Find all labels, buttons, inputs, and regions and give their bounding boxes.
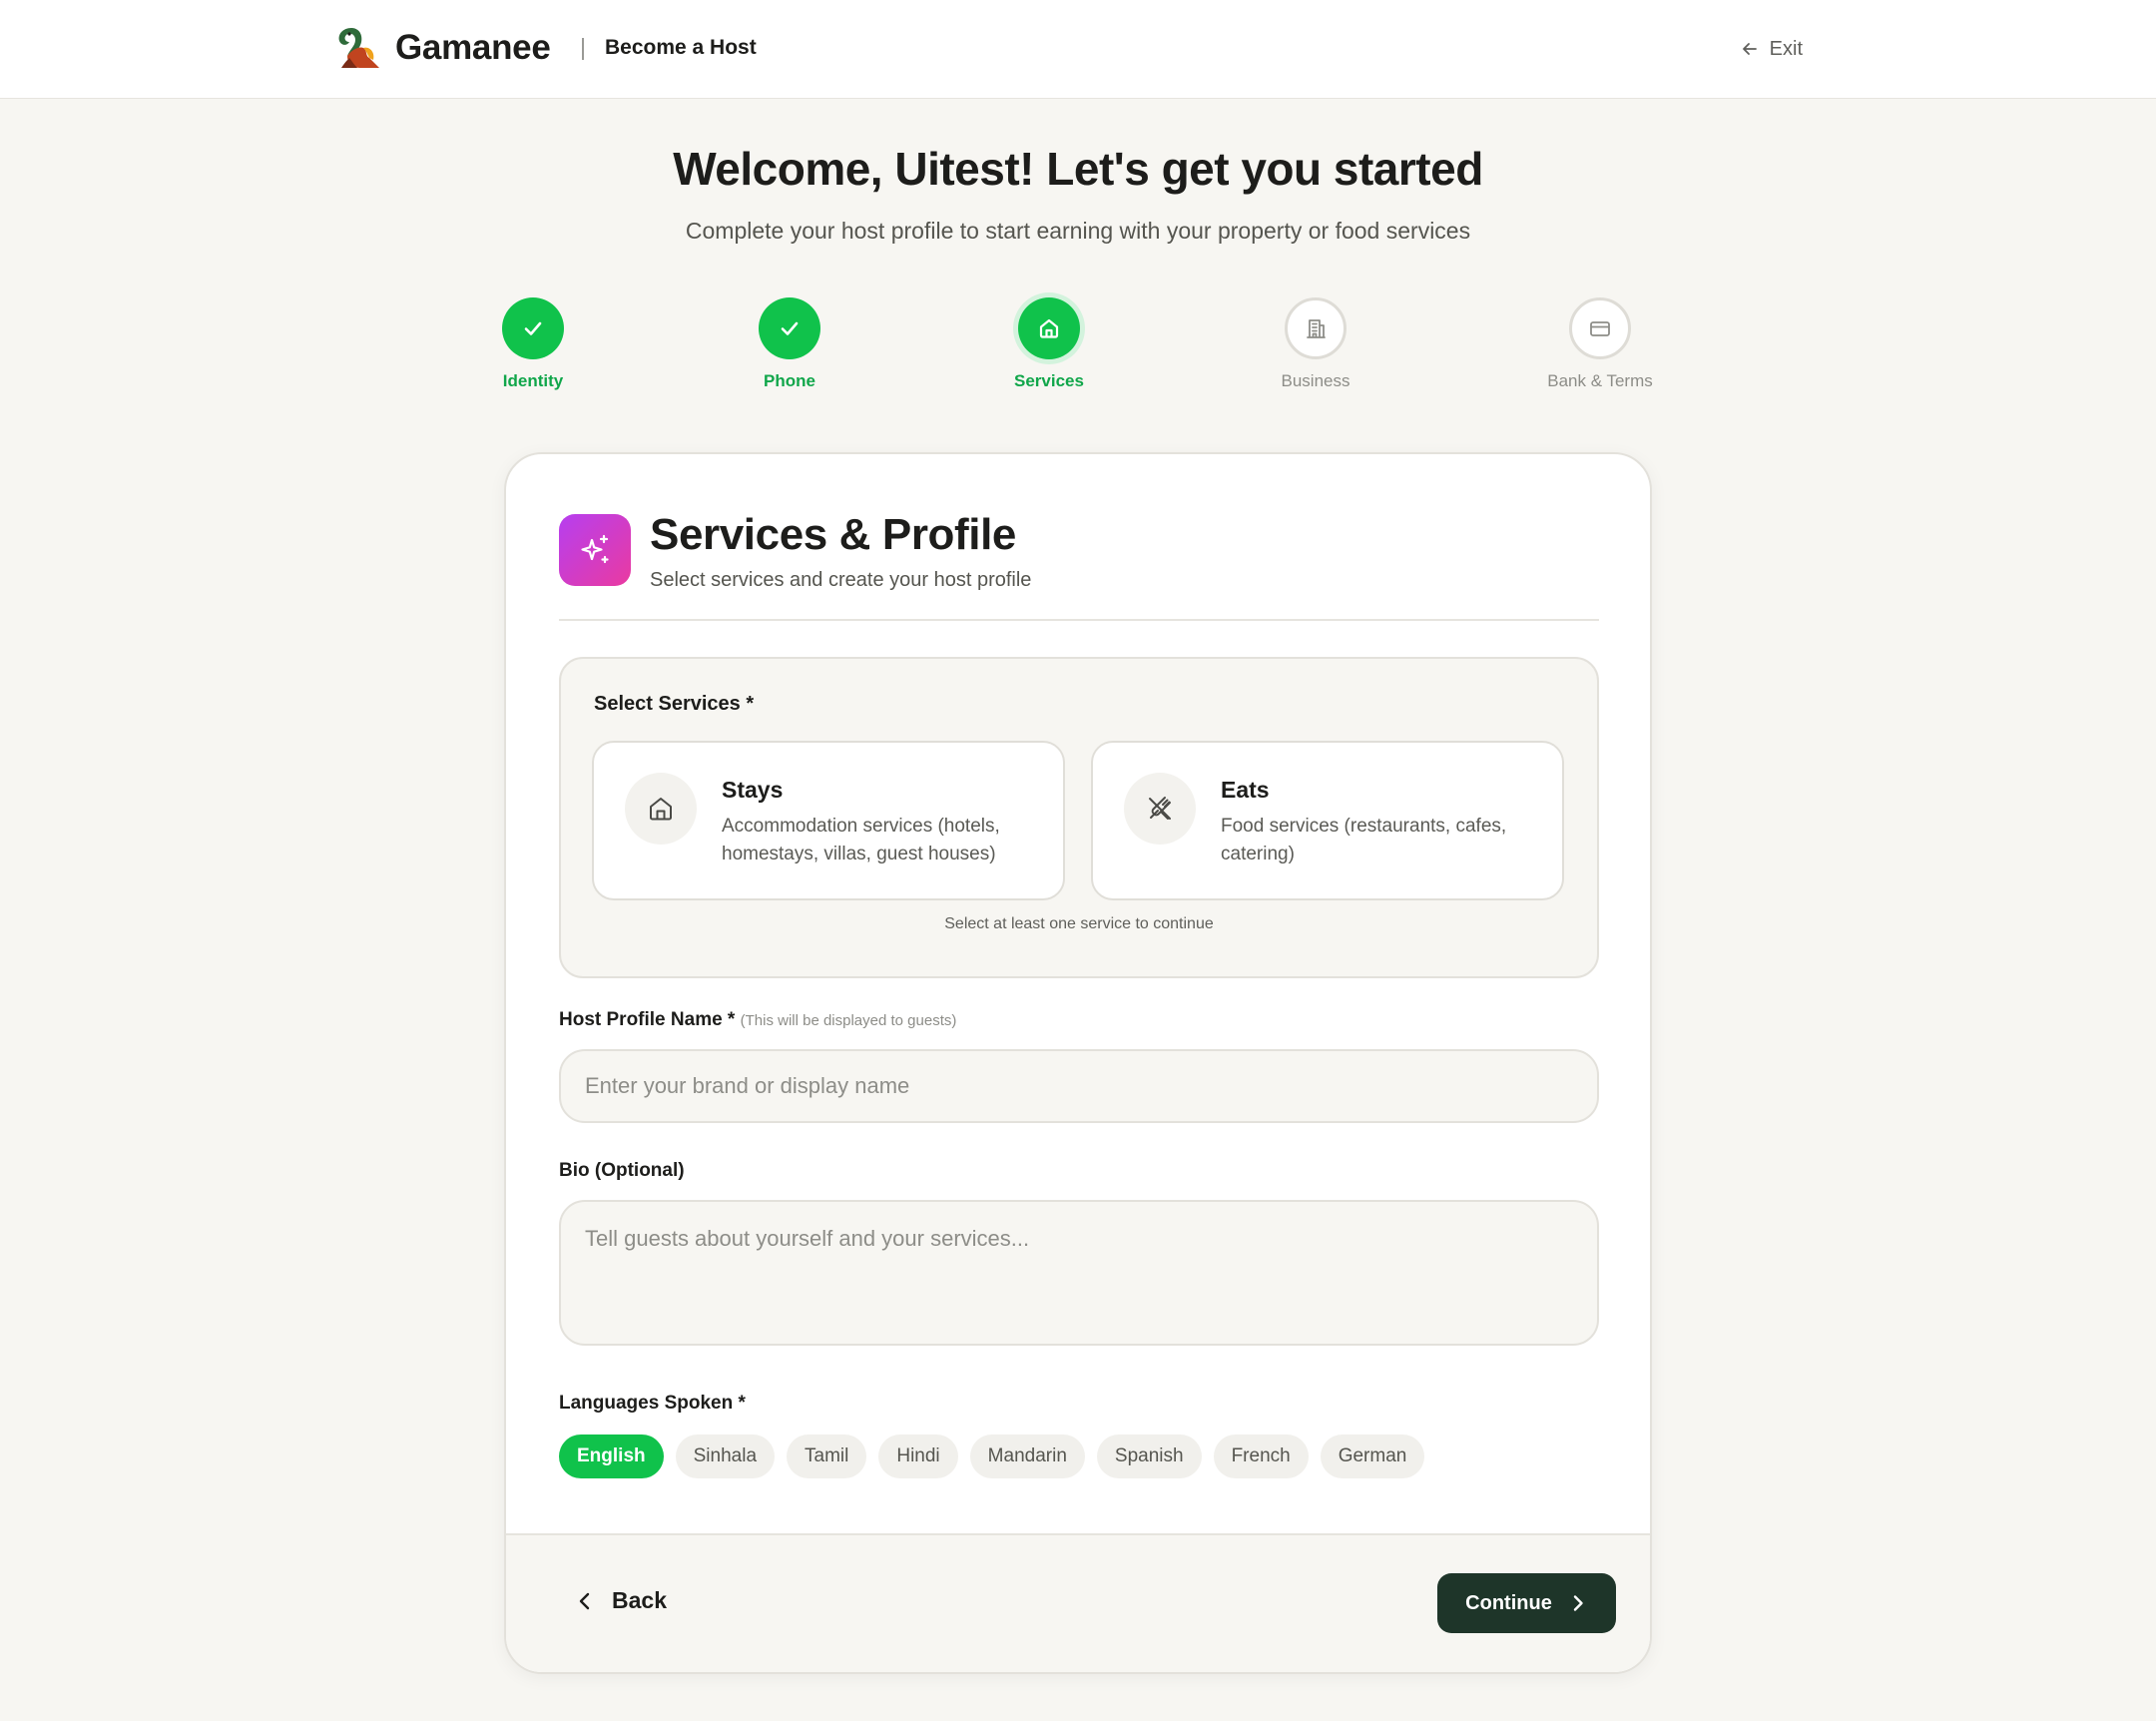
service-name: Stays xyxy=(722,777,784,803)
step-circle xyxy=(759,297,820,359)
check-icon xyxy=(781,321,799,335)
step-label: Phone xyxy=(764,371,815,390)
home-icon xyxy=(1039,318,1059,338)
exit-button[interactable]: Exit xyxy=(1740,30,1803,68)
chevron-right-icon xyxy=(1573,1595,1583,1611)
host-profile-name-label: Host Profile Name * (This will be displa… xyxy=(559,1009,956,1031)
chevron-left-icon xyxy=(579,1592,590,1609)
building-icon xyxy=(1307,319,1326,338)
language-chip-sinhala[interactable]: Sinhala xyxy=(675,1434,776,1478)
brand-name: Gamanee xyxy=(395,28,551,67)
service-icon-wrapper xyxy=(1124,773,1196,845)
step-circle xyxy=(502,297,564,359)
step-circle xyxy=(1018,297,1080,359)
language-chip-group: English Sinhala Tamil Hindi Mandarin Spa… xyxy=(559,1434,1425,1478)
services-hint-text: Select at least one service to continue xyxy=(944,915,1214,932)
select-services-label: Select Services * xyxy=(594,693,755,715)
step-services: Services xyxy=(949,297,1149,391)
step-label: Bank & Terms xyxy=(1547,371,1653,390)
language-chip-spanish[interactable]: Spanish xyxy=(1096,1434,1202,1478)
step-identity: Identity xyxy=(433,297,633,391)
home-icon xyxy=(650,798,672,821)
continue-button[interactable]: Continue xyxy=(1437,1573,1616,1633)
bio-label: Bio (Optional) xyxy=(559,1160,685,1181)
services-profile-card: Services & Profile Select services and c… xyxy=(504,452,1652,1674)
step-label: Identity xyxy=(502,371,564,390)
section-divider xyxy=(559,619,1599,621)
exit-label: Exit xyxy=(1769,37,1803,60)
back-button-label: Back xyxy=(612,1587,667,1613)
service-option-eats[interactable]: Eats Food services (restaurants, cafes, … xyxy=(1091,741,1564,900)
page-context-label: Become a Host xyxy=(605,36,757,59)
continue-button-label: Continue xyxy=(1465,1591,1552,1614)
service-description: Accommodation services (hotels, homestay… xyxy=(722,816,1000,864)
step-circle xyxy=(1569,297,1631,359)
arrow-left-icon xyxy=(1742,43,1757,55)
language-chip-tamil[interactable]: Tamil xyxy=(787,1434,867,1478)
page-subtitle: Complete your host profile to start earn… xyxy=(685,218,1471,244)
service-option-stays[interactable]: Stays Accommodation services (hotels, ho… xyxy=(592,741,1065,900)
check-icon xyxy=(524,321,542,335)
card-footer: Back Continue xyxy=(506,1533,1650,1672)
step-bank-terms: Bank & Terms xyxy=(1500,297,1700,391)
host-profile-name-note: (This will be displayed to guests) xyxy=(740,1012,957,1029)
section-subtitle: Select services and create your host pro… xyxy=(650,569,1032,591)
language-chip-french[interactable]: French xyxy=(1213,1434,1309,1478)
language-chip-mandarin[interactable]: Mandarin xyxy=(969,1434,1085,1478)
back-button[interactable]: Back xyxy=(574,1587,667,1614)
sparkles-icon xyxy=(581,534,609,564)
section-title: Services & Profile xyxy=(650,510,1016,559)
language-chip-hindi[interactable]: Hindi xyxy=(878,1434,958,1478)
languages-label: Languages Spoken * xyxy=(559,1393,746,1414)
page-title: Welcome, Uitest! Let's get you started xyxy=(673,143,1483,195)
step-label: Services xyxy=(1014,371,1084,390)
service-description: Food services (restaurants, cafes, cater… xyxy=(1221,816,1507,864)
step-phone: Phone xyxy=(690,297,889,391)
section-icon-badge xyxy=(559,514,631,586)
step-business: Business xyxy=(1216,297,1415,391)
step-label: Business xyxy=(1281,371,1350,390)
top-navigation-bar: Gamanee Become a Host Exit xyxy=(0,0,2156,99)
bio-textarea[interactable] xyxy=(559,1200,1599,1346)
select-services-panel: Select Services * Stays Accommodation se… xyxy=(559,657,1599,978)
language-chip-german[interactable]: German xyxy=(1320,1434,1425,1478)
gamanee-logo-icon[interactable] xyxy=(333,24,383,72)
credit-card-icon xyxy=(1590,321,1610,336)
language-chip-english[interactable]: English xyxy=(559,1434,664,1478)
service-icon-wrapper xyxy=(625,773,697,845)
host-profile-name-input[interactable] xyxy=(559,1049,1599,1123)
utensils-crossed-icon xyxy=(1149,797,1171,820)
host-profile-name-label-text: Host Profile Name * xyxy=(559,1009,736,1030)
step-circle xyxy=(1285,297,1347,359)
service-name: Eats xyxy=(1221,777,1270,803)
brand-divider xyxy=(582,38,584,60)
